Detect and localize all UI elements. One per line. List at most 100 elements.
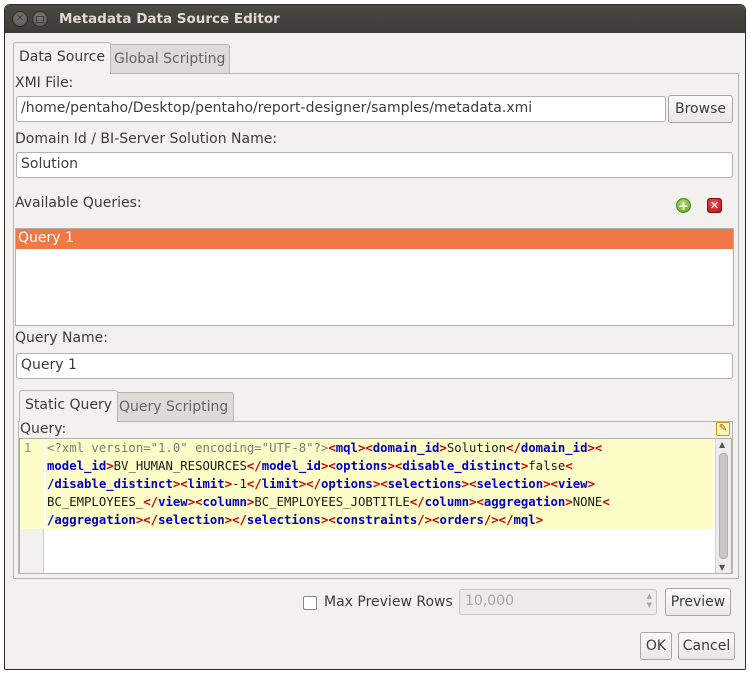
dialog-window: ✕ Metadata Data Source Editor Data Sourc… <box>4 4 746 670</box>
xmi-file-input[interactable]: /home/pentaho/Desktop/pentaho/report-des… <box>16 96 666 122</box>
close-window-button[interactable]: ✕ <box>12 11 28 27</box>
query-token: </ <box>143 495 159 509</box>
query-token: < <box>328 459 336 473</box>
query-name-input[interactable]: Query 1 <box>16 353 733 379</box>
query-token: > <box>587 477 595 491</box>
max-preview-rows-spinner[interactable]: 10,000 ▲ ▼ <box>459 589 657 615</box>
query-token: column <box>424 495 470 509</box>
query-token: /aggregation <box>47 513 136 527</box>
data-source-panel: XMI File: /home/pentaho/Desktop/pentaho/… <box>13 73 739 579</box>
query-token: false <box>528 459 566 473</box>
query-token: < <box>594 441 603 455</box>
spinner-arrows-icon[interactable]: ▲ ▼ <box>647 592 652 610</box>
query-token: selections <box>246 513 321 527</box>
query-token: </ <box>246 459 262 473</box>
query-token: > <box>535 513 544 527</box>
query-token: Solution <box>446 441 507 455</box>
query-token: > <box>387 459 395 473</box>
query-token: model_id <box>47 459 107 473</box>
domain-id-input[interactable]: Solution <box>16 152 733 178</box>
query-token: > <box>187 495 196 509</box>
query-token: > <box>224 513 233 527</box>
query-label: Query: <box>20 421 67 437</box>
query-token: < <box>328 513 336 527</box>
query-token: < <box>550 477 558 491</box>
query-token: < <box>365 441 373 455</box>
query-token: BV_HUMAN_RESOURCES <box>113 459 247 473</box>
xmi-file-label: XMI File: <box>15 75 74 91</box>
query-token: aggregation <box>483 495 566 509</box>
query-token: < <box>602 495 610 509</box>
query-token: < <box>195 495 203 509</box>
query-token: selection <box>158 513 225 527</box>
query-token: </ <box>232 513 247 527</box>
query-token: mql <box>335 441 358 455</box>
query-token: BC_EMPLOYEES_ <box>47 495 144 509</box>
query-token: </ <box>246 477 262 491</box>
query-token: orders <box>439 513 484 527</box>
query-token: domain_id <box>520 441 588 455</box>
query-token: -1 <box>232 477 247 491</box>
minimize-window-button[interactable] <box>32 11 48 27</box>
query-token: <?xml version="1.0" encoding="UTF-8"?> <box>47 441 329 455</box>
max-preview-rows-value: 10,000 <box>465 593 514 609</box>
query-token: view <box>158 495 188 509</box>
query-token: selections <box>387 477 462 491</box>
query-token: /disable_distinct <box>47 477 173 491</box>
add-icon[interactable]: + <box>676 198 691 213</box>
query-token: </ <box>306 477 321 491</box>
available-queries-list[interactable]: Query 1 <box>15 228 734 326</box>
query-token: /> <box>417 513 433 527</box>
query-token: view <box>557 477 588 491</box>
query-token: /> <box>483 513 499 527</box>
query-token: < <box>565 459 573 473</box>
browse-button[interactable]: Browse <box>668 95 733 123</box>
remove-icon[interactable]: ✕ <box>707 198 722 213</box>
query-text[interactable]: <?xml version="1.0" encoding="UTF-8"?> < m… <box>45 439 713 529</box>
list-item[interactable]: Query 1 <box>16 229 733 249</box>
ok-button[interactable]: OK <box>640 632 672 660</box>
static-query-panel: Query: ✎ 1 <?xml version="1.0" encoding=… <box>18 421 733 574</box>
pencil-icon[interactable]: ✎ <box>716 422 730 436</box>
query-token: mql <box>513 513 536 527</box>
query-line: model_id>BV_HUMAN_RESOURCES</model_id><o… <box>47 457 573 475</box>
query-token: NONE <box>572 495 603 509</box>
query-line: BC_EMPLOYEES_</view><column>BC_EMPLOYEES… <box>47 493 610 511</box>
query-token: disable_distinct <box>402 459 521 473</box>
query-token: > <box>224 477 233 491</box>
query-token: </ <box>506 441 521 455</box>
max-preview-rows-checkbox[interactable] <box>303 596 317 610</box>
available-queries-label: Available Queries: <box>15 195 142 211</box>
query-line: <?xml version="1.0" encoding="UTF-8"?> < m… <box>47 439 602 457</box>
query-token: </ <box>143 513 159 527</box>
query-token: column <box>202 495 247 509</box>
query-token: </ <box>409 495 425 509</box>
query-token: limit <box>187 477 225 491</box>
query-token: options <box>320 477 373 491</box>
window-title: Metadata Data Source Editor <box>59 11 280 27</box>
query-token: < <box>476 495 484 509</box>
editor-vertical-scrollbar[interactable]: ▲ ▼ <box>715 439 731 573</box>
tab-data-source[interactable]: Data Source <box>13 42 111 74</box>
query-token: < <box>180 477 188 491</box>
query-editor[interactable]: 1 <?xml version="1.0" encoding="UTF-8"?>… <box>19 438 732 574</box>
query-token: > <box>565 495 573 509</box>
scrollbar-thumb[interactable] <box>719 453 728 559</box>
tab-static-query[interactable]: Static Query <box>19 390 119 422</box>
query-token: > <box>439 441 447 455</box>
query-token: BC_EMPLOYEES_JOBTITLE <box>254 495 410 509</box>
preview-button[interactable]: Preview <box>665 588 731 616</box>
max-preview-rows-label: Max Preview Rows <box>324 594 453 610</box>
cancel-button[interactable]: Cancel <box>678 632 735 660</box>
query-line: /aggregation></selection></selections><c… <box>47 511 543 529</box>
tab-global-scripting[interactable]: Global Scripting <box>109 44 231 74</box>
query-token: > <box>461 477 470 491</box>
query-token: limit <box>261 477 299 491</box>
tab-query-scripting[interactable]: Query Scripting <box>113 392 235 422</box>
query-name-label: Query Name: <box>15 330 109 346</box>
query-token: constraints <box>335 513 418 527</box>
query-token: options <box>335 459 388 473</box>
query-token: model_id <box>261 459 321 473</box>
query-token: > <box>587 441 595 455</box>
query-token: domain_id <box>372 441 440 455</box>
